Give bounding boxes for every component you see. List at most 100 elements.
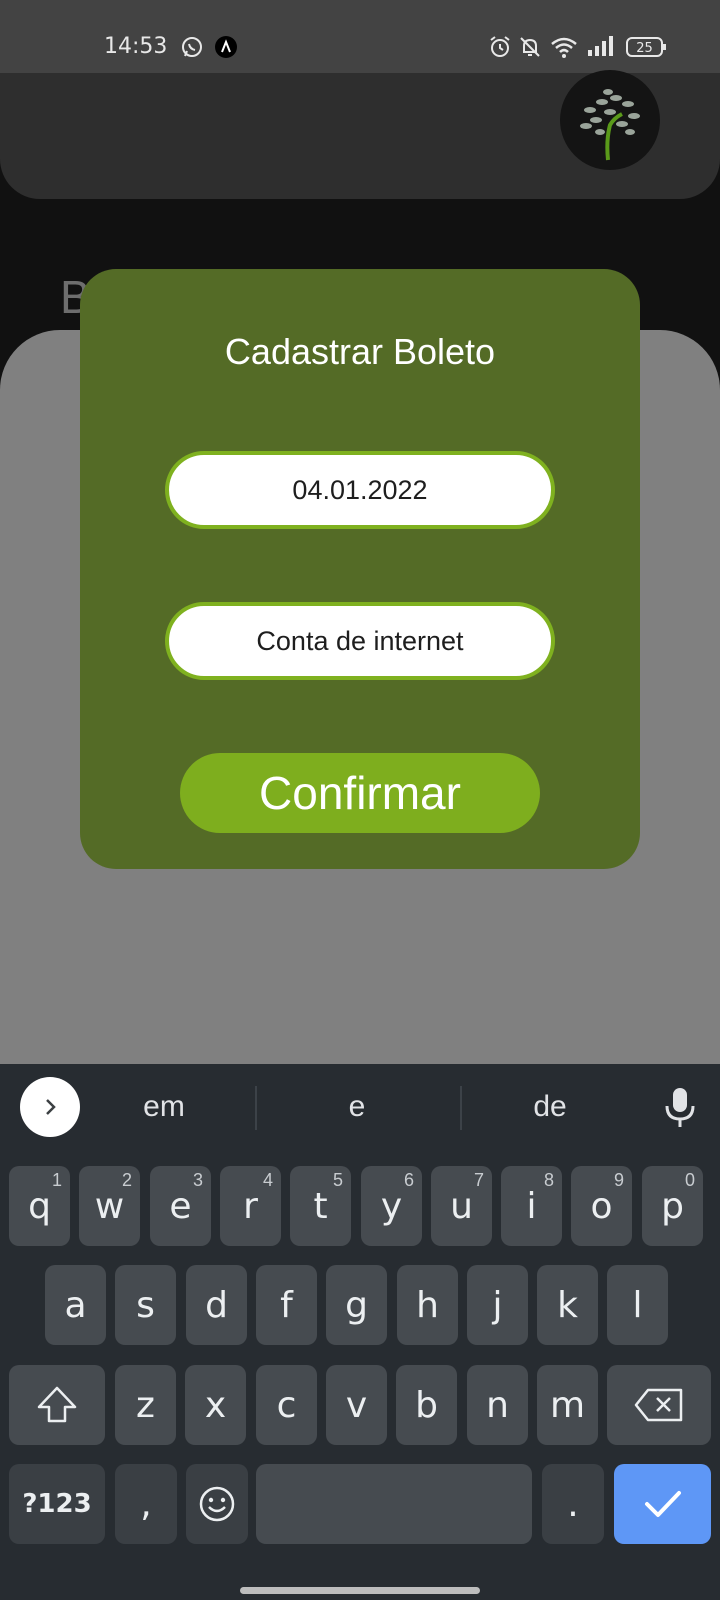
whatsapp-icon (180, 35, 204, 64)
microphone-icon[interactable] (662, 1086, 698, 1135)
key-g[interactable]: g (326, 1265, 387, 1345)
key-p-hint: 0 (684, 1170, 695, 1190)
suggestion-divider (460, 1086, 462, 1130)
comma-key-label: , (140, 1483, 152, 1525)
key-f[interactable]: f (256, 1265, 317, 1345)
check-icon (644, 1491, 681, 1517)
symbols-key-label: ?123 (22, 1489, 92, 1519)
key-e-hint: 3 (192, 1170, 203, 1190)
key-z[interactable]: z (115, 1365, 176, 1445)
comma-key[interactable]: , (115, 1464, 177, 1544)
suggestion-3[interactable]: de (490, 1090, 610, 1124)
key-u[interactable]: u7 (431, 1166, 492, 1246)
suggestion-1[interactable]: em (104, 1090, 224, 1124)
key-m[interactable]: m (537, 1365, 598, 1445)
key-w[interactable]: w2 (79, 1166, 140, 1246)
due-date-field[interactable]: 04.01.2022 (165, 451, 555, 529)
key-z-label: z (136, 1384, 155, 1426)
status-time: 14:53 (104, 34, 168, 59)
emoji-icon (199, 1486, 235, 1522)
key-d[interactable]: d (186, 1265, 247, 1345)
emoji-key[interactable] (186, 1464, 248, 1544)
app-logo (560, 70, 660, 170)
key-w-hint: 2 (121, 1170, 132, 1190)
key-y[interactable]: y6 (361, 1166, 422, 1246)
key-p[interactable]: p0 (642, 1166, 703, 1246)
key-h[interactable]: h (397, 1265, 458, 1345)
key-t-label: t (313, 1185, 328, 1227)
key-q-hint: 1 (51, 1170, 62, 1190)
key-k-label: k (557, 1284, 578, 1326)
battery-icon: 25 (626, 36, 668, 63)
key-e-label: e (169, 1185, 192, 1227)
key-r[interactable]: r4 (220, 1166, 281, 1246)
key-v[interactable]: v (326, 1365, 387, 1445)
key-r-label: r (243, 1185, 258, 1227)
key-m-label: m (549, 1384, 586, 1426)
key-b[interactable]: b (396, 1365, 457, 1445)
key-j-label: j (492, 1284, 503, 1326)
key-e[interactable]: e3 (150, 1166, 211, 1246)
status-bar: 14:53 25 (0, 0, 720, 73)
key-r-hint: 4 (262, 1170, 273, 1190)
key-h-label: h (416, 1284, 439, 1326)
key-k[interactable]: k (537, 1265, 598, 1345)
confirm-button[interactable]: Confirmar (180, 753, 540, 833)
battery-level: 25 (636, 41, 653, 56)
key-n[interactable]: n (467, 1365, 528, 1445)
suggestion-divider (255, 1086, 257, 1130)
key-y-hint: 6 (403, 1170, 414, 1190)
key-q-label: q (28, 1185, 51, 1227)
notifications-muted-icon (518, 35, 542, 64)
register-bill-modal: Cadastrar Boleto 04.01.2022 Conta de int… (80, 269, 640, 869)
key-q[interactable]: q1 (9, 1166, 70, 1246)
key-j[interactable]: j (467, 1265, 528, 1345)
key-g-label: g (345, 1284, 368, 1326)
keyboard: em e de ?123 , . q1w2e3r4t5y6u7i8o9p0asd… (0, 1064, 720, 1600)
key-a-label: a (64, 1284, 87, 1326)
enter-key[interactable] (614, 1464, 711, 1544)
symbols-key[interactable]: ?123 (9, 1464, 105, 1544)
key-v-label: v (345, 1384, 368, 1426)
key-o-label: o (590, 1185, 613, 1227)
navigation-handle[interactable] (240, 1587, 480, 1594)
key-x[interactable]: x (185, 1365, 246, 1445)
key-l-label: l (632, 1284, 643, 1326)
key-c[interactable]: c (256, 1365, 317, 1445)
backspace-key[interactable] (607, 1365, 711, 1445)
key-s[interactable]: s (115, 1265, 176, 1345)
suggestion-2[interactable]: e (297, 1090, 417, 1124)
chevron-right-icon (46, 1099, 56, 1115)
key-i-label: i (526, 1185, 537, 1227)
key-o-hint: 9 (613, 1170, 624, 1190)
key-o[interactable]: o9 (571, 1166, 632, 1246)
key-w-label: w (94, 1185, 125, 1227)
key-d-label: d (205, 1284, 228, 1326)
description-field[interactable]: Conta de internet (165, 602, 555, 680)
modal-title: Cadastrar Boleto (224, 331, 496, 372)
key-a[interactable]: a (45, 1265, 106, 1345)
key-u-hint: 7 (473, 1170, 484, 1190)
key-i[interactable]: i8 (501, 1166, 562, 1246)
key-t-hint: 5 (332, 1170, 343, 1190)
signal-icon (586, 35, 614, 62)
period-key-label: . (567, 1483, 579, 1525)
suggestion-bar: em e de (0, 1064, 720, 1156)
app-notification-icon (214, 35, 238, 64)
key-u-label: u (450, 1185, 473, 1227)
key-x-label: x (204, 1384, 227, 1426)
key-c-label: c (276, 1384, 297, 1426)
period-key[interactable]: . (542, 1464, 604, 1544)
alarm-icon (488, 35, 512, 64)
space-key[interactable] (256, 1464, 532, 1544)
key-y-label: y (380, 1185, 403, 1227)
key-t[interactable]: t5 (290, 1166, 351, 1246)
key-i-hint: 8 (543, 1170, 554, 1190)
key-b-label: b (415, 1384, 438, 1426)
shift-key[interactable] (9, 1365, 105, 1445)
key-p-label: p (661, 1185, 684, 1227)
key-l[interactable]: l (607, 1265, 668, 1345)
keyboard-collapse-button[interactable] (20, 1077, 80, 1137)
wifi-icon (550, 35, 578, 64)
key-s-label: s (136, 1284, 155, 1326)
